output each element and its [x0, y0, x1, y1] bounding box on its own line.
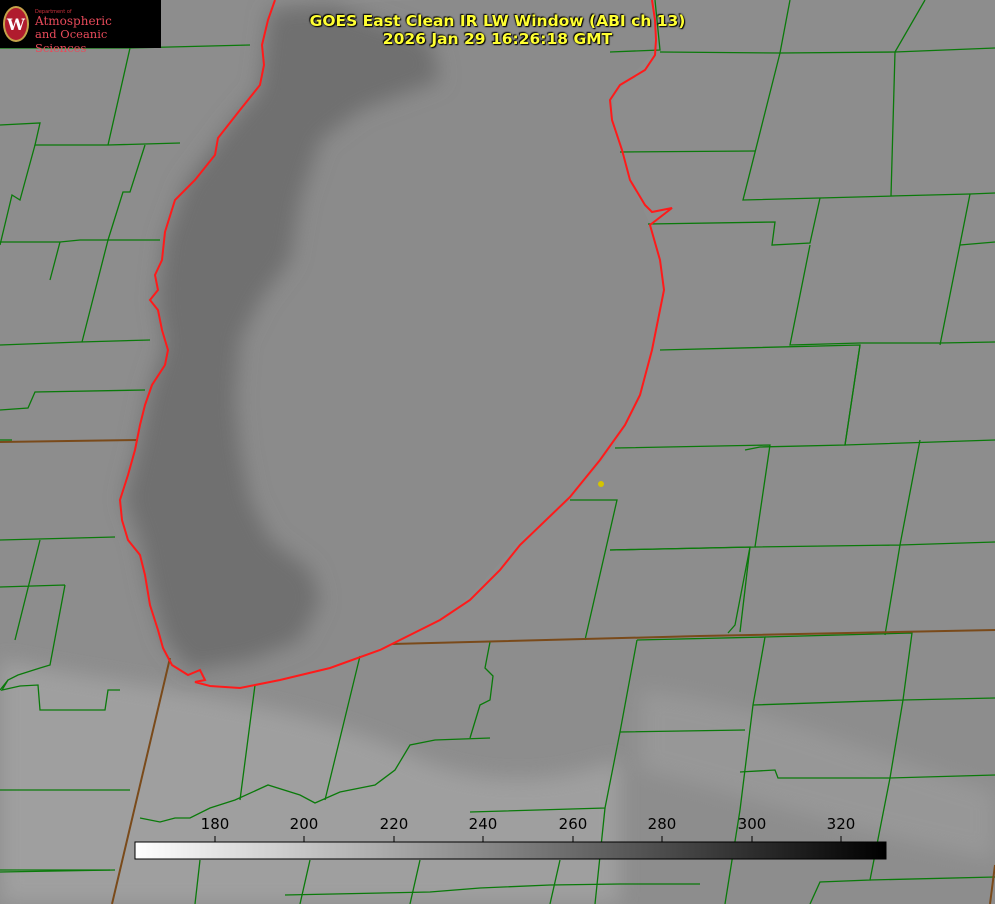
colorbar-tick-label: 280: [647, 815, 677, 833]
colorbar-tick-label: 200: [289, 815, 319, 833]
colorbar-tick-label: 320: [826, 815, 856, 833]
colorbar: [134, 841, 887, 860]
title-timestamp: 2026 Jan 29 16:26:18 GMT: [382, 30, 613, 48]
colorbar-tick-label: 260: [558, 815, 588, 833]
colorbar-tick-label: 240: [468, 815, 498, 833]
image-title: GOES East Clean IR LW Window (ABI ch 13)…: [0, 12, 995, 48]
title-product: GOES East Clean IR LW Window (ABI ch 13): [309, 12, 686, 30]
colorbar-tick-label: 300: [737, 815, 767, 833]
location-marker[interactable]: [598, 481, 604, 487]
colorbar-tick-label: 220: [379, 815, 409, 833]
satellite-map[interactable]: [0, 0, 995, 904]
colorbar-tick-label: 180: [200, 815, 230, 833]
